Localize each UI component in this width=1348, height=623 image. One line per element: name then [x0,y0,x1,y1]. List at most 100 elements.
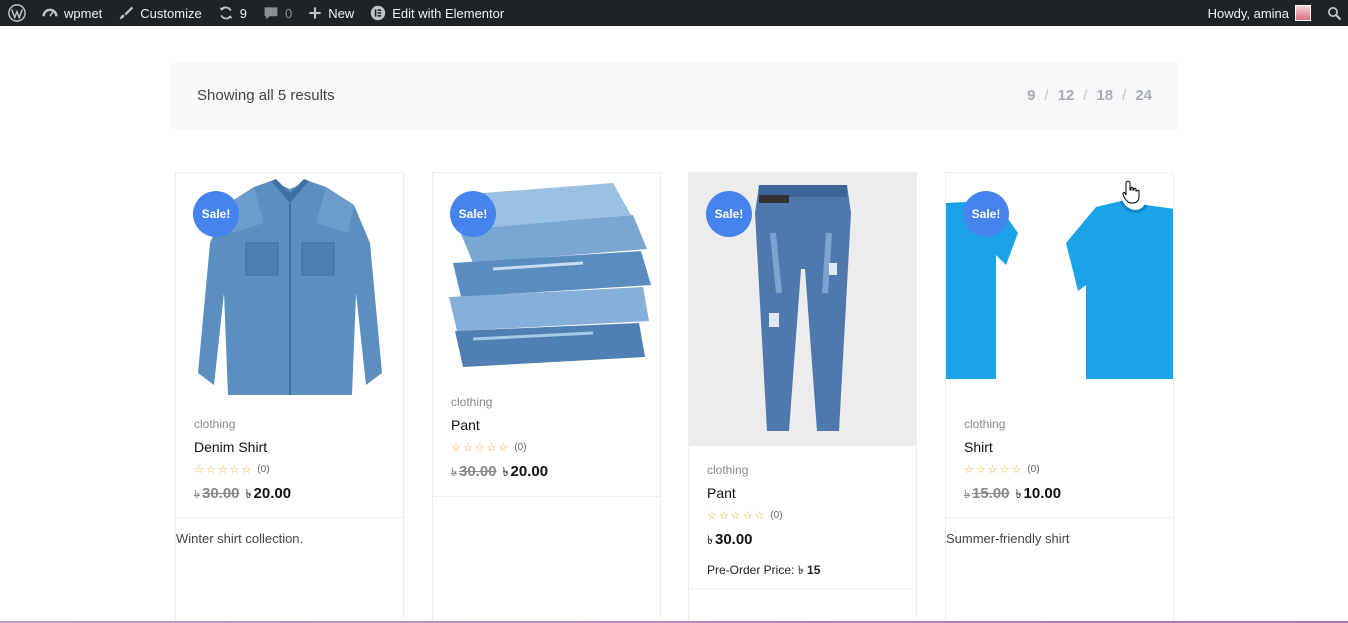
product-category-link[interactable]: clothing [451,395,642,409]
sale-badge: Sale! [706,191,752,237]
preorder-price: Pre-Order Price: ৳ 15 [707,562,898,582]
preorder-price-value: 15 [807,563,821,577]
product-title-link[interactable]: Shirt [964,439,1155,455]
per-page-option-18[interactable]: 18 [1096,87,1113,104]
product-category-link[interactable]: clothing [707,463,898,477]
product-rating: ☆☆☆☆☆ (0) [451,441,642,454]
rating-count: (0) [770,510,783,521]
shop-toolbar: Showing all 5 results 9 / 12 / 18 / 24 [171,63,1178,129]
product-price: ৳ 30.00 ৳ 20.00 [194,485,385,506]
elementor-label: Edit with Elementor [392,5,505,21]
star-rating-icon: ☆☆☆☆☆ [707,510,767,522]
rating-count: (0) [1027,464,1040,475]
product-title-link[interactable]: Pant [451,417,642,433]
customize-link[interactable]: Customize [110,0,209,26]
card-divider [946,517,1173,518]
comments-link[interactable]: 0 [255,0,300,26]
product-info: clothing Shirt ☆☆☆☆☆ (0) ৳ 15.00 ৳ 10.00 [946,417,1173,506]
price-value: 30.00 [714,531,753,548]
rating-count: (0) [514,442,527,453]
comments-count: 0 [284,5,293,21]
currency-symbol: ৳ [502,465,509,479]
search-icon [1327,6,1342,20]
sale-price-value: 20.00 [510,463,549,480]
product-card-shirt: Sale! clothing Shirt ☆☆☆☆☆ (0) ৳ 15.00 ৳ … [945,172,1174,623]
site-name-link[interactable]: wpmet [34,0,110,26]
edit-with-elementor-link[interactable]: Edit with Elementor [362,0,512,26]
product-price: ৳ 15.00 ৳ 10.00 [964,485,1155,506]
star-rating-icon: ☆☆☆☆☆ [194,464,254,476]
my-account-link[interactable]: Howdy, amina [1200,0,1319,26]
wordpress-logo-button[interactable] [0,0,34,26]
product-description: Summer-friendly shirt [946,531,1070,546]
preorder-label: Pre-Order Price: [707,563,795,577]
product-image-pant-preorder[interactable]: Sale! [689,173,916,446]
product-info: clothing Pant ☆☆☆☆☆ (0) ৳ 30.00 Pre-Orde… [689,463,916,582]
product-image-pant[interactable]: Sale! [433,173,660,383]
product-image-denim-shirt[interactable]: Sale! [176,173,403,405]
per-page-option-9[interactable]: 9 [1027,87,1035,104]
regular-price-value: 30.00 [458,463,497,480]
howdy-label: Howdy, amina [1207,5,1289,21]
updates-icon [219,6,233,20]
regular-price-value: 15.00 [971,485,1010,502]
avatar [1295,5,1311,21]
site-name-label: wpmet [64,5,103,21]
currency-symbol: ৳ [451,465,457,479]
regular-price-value: 30.00 [201,485,240,502]
per-page-separator: / [1122,87,1127,104]
sale-badge: Sale! [450,191,496,237]
customize-label: Customize [140,5,202,21]
product-card-pant-preorder: Sale! clothing Pant ☆☆☆☆☆ (0) ৳ 30.00 Pr… [688,172,917,623]
admin-search-button[interactable] [1319,0,1348,26]
product-category-link[interactable]: clothing [194,417,385,431]
currency-symbol: ৳ [964,487,970,501]
product-rating: ☆☆☆☆☆ (0) [194,463,385,476]
per-page-option-24[interactable]: 24 [1135,87,1152,104]
elementor-icon [371,5,386,21]
regular-price: ৳ 15.00 [964,485,1010,506]
sale-price-value: 10.00 [1023,485,1062,502]
new-content-link[interactable]: New [300,0,362,26]
regular-price: ৳ 30.00 [451,463,497,484]
product-category-link[interactable]: clothing [964,417,1155,431]
card-divider [176,517,403,518]
card-divider [689,588,916,589]
product-card-denim-shirt: Sale! clothing Denim Shirt ☆☆☆☆☆ (0) ৳ 30… [175,172,404,623]
regular-price: ৳ 30.00 [194,485,240,506]
product-info: clothing Denim Shirt ☆☆☆☆☆ (0) ৳ 30.00 ৳ … [176,417,403,506]
rating-count: (0) [257,464,270,475]
brush-icon [119,6,134,20]
new-label: New [328,5,355,21]
per-page-separator: / [1044,87,1049,104]
updates-link[interactable]: 9 [210,0,255,26]
product-price: ৳ 30.00 [707,531,898,552]
currency-symbol: ৳ [1015,487,1022,501]
dashboard-icon [42,8,58,17]
per-page-option-12[interactable]: 12 [1058,87,1075,104]
product-title-link[interactable]: Pant [707,485,898,501]
currency-symbol: ৳ [707,533,713,547]
sale-price-value: 20.00 [253,485,292,502]
product-price: ৳ 30.00 ৳ 20.00 [451,463,642,484]
result-count: Showing all 5 results [197,87,335,104]
card-divider [433,496,660,497]
admin-bar: wpmet Customize 9 0 New Edit with Elemen… [0,0,1348,26]
currency-symbol: ৳ [194,487,200,501]
star-rating-icon: ☆☆☆☆☆ [964,464,1024,476]
updates-count: 9 [239,5,247,21]
product-card-pant: Sale! clothing Pant ☆☆☆☆☆ (0) ৳ 30.00 ৳ 2… [432,172,661,623]
per-page-separator: / [1083,87,1088,104]
plus-icon [309,7,321,19]
products-per-page: 9 / 12 / 18 / 24 [1027,87,1152,104]
currency-symbol: ৳ [245,487,252,501]
currency-symbol: ৳ [797,563,804,577]
product-description: Winter shirt collection. [176,531,304,546]
sale-badge: Sale! [963,191,1009,237]
hand-cursor-icon [1122,180,1140,209]
product-rating: ☆☆☆☆☆ (0) [964,463,1155,476]
wordpress-icon [8,4,26,22]
comment-icon [264,7,278,20]
product-info: clothing Pant ☆☆☆☆☆ (0) ৳ 30.00 ৳ 20.00 [433,395,660,484]
product-title-link[interactable]: Denim Shirt [194,439,385,455]
